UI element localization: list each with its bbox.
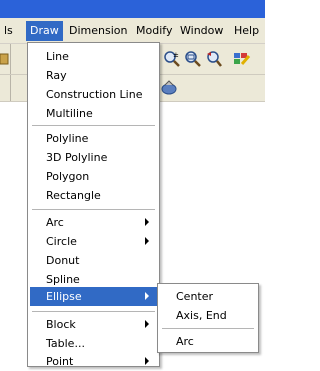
zoom-previous-icon[interactable]	[205, 50, 223, 68]
menu-help[interactable]: Help	[230, 23, 263, 39]
submenu-item-center[interactable]: Center	[160, 287, 256, 306]
menu-item-label: Ray	[46, 69, 67, 82]
menu-item-label: Construction Line	[46, 88, 143, 101]
submenu-arrow-icon	[145, 292, 149, 300]
menu-item-label: Block	[46, 318, 76, 331]
draw-menu: Line Ray Construction Line Multiline Pol…	[27, 42, 160, 368]
menu-item-ray[interactable]: Ray	[30, 66, 157, 85]
title-bar	[0, 0, 265, 18]
submenu-item-axis-end[interactable]: Axis, End	[160, 306, 256, 325]
menu-item-label: Point	[46, 355, 74, 368]
svg-text:±: ±	[173, 51, 179, 59]
menu-item-label: Donut	[46, 254, 80, 267]
menu-item-donut[interactable]: Donut	[30, 251, 157, 270]
menu-item-line[interactable]: Line	[30, 47, 157, 66]
menu-item-table[interactable]: Table...	[30, 334, 157, 353]
menu-item-label: Polyline	[46, 132, 89, 145]
menu-item-label: Rectangle	[46, 189, 101, 202]
submenu-item-arc[interactable]: Arc	[160, 332, 256, 351]
menu-item-point[interactable]: Point	[30, 352, 157, 371]
submenu-item-label: Arc	[176, 335, 194, 348]
submenu-arrow-icon	[145, 320, 149, 328]
zoom-realtime-icon[interactable]: ±	[163, 50, 181, 68]
menu-dimension[interactable]: Dimension	[65, 23, 131, 39]
menu-item-3d-polyline[interactable]: 3D Polyline	[30, 148, 157, 167]
menu-item-construction-line[interactable]: Construction Line	[30, 85, 157, 104]
submenu-separator	[162, 328, 254, 329]
pan-icon[interactable]	[160, 79, 178, 97]
menu-separator	[32, 125, 155, 126]
menu-item-label: Circle	[46, 235, 77, 248]
menu-window[interactable]: Window	[176, 23, 227, 39]
menu-modify[interactable]: Modify	[132, 23, 176, 39]
menu-item-ellipse[interactable]: Ellipse	[30, 287, 157, 306]
menu-item-label: Multiline	[46, 107, 93, 120]
submenu-arrow-icon	[145, 218, 149, 226]
menu-item-label: 3D Polyline	[46, 151, 108, 164]
tool-icon-partial[interactable]	[0, 50, 18, 68]
ellipse-submenu: Center Axis, End Arc	[157, 283, 259, 353]
menu-item-label: Arc	[46, 216, 64, 229]
properties-icon[interactable]	[233, 50, 251, 68]
menu-item-block[interactable]: Block	[30, 315, 157, 334]
menu-item-polyline[interactable]: Polyline	[30, 129, 157, 148]
submenu-arrow-icon	[145, 357, 149, 365]
menu-separator	[32, 311, 155, 312]
menu-item-rectangle[interactable]: Rectangle	[30, 186, 157, 205]
menu-bar: ls Draw Dimension Modify Window Help	[0, 18, 265, 44]
menu-separator	[32, 209, 155, 210]
submenu-item-label: Center	[176, 290, 214, 303]
menu-tools-partial[interactable]: ls	[0, 23, 17, 39]
menu-item-label: Table...	[46, 337, 85, 350]
menu-item-arc[interactable]: Arc	[30, 213, 157, 232]
submenu-arrow-icon	[145, 237, 149, 245]
menu-item-label: Line	[46, 50, 69, 63]
menu-item-multiline[interactable]: Multiline	[30, 104, 157, 123]
submenu-item-label: Axis, End	[176, 309, 227, 322]
toolbar-grip-2[interactable]	[0, 75, 11, 101]
menu-item-label: Ellipse	[46, 290, 82, 303]
menu-draw[interactable]: Draw	[26, 21, 63, 41]
menu-item-label: Polygon	[46, 170, 90, 183]
zoom-window-icon[interactable]	[184, 50, 202, 68]
menu-item-polygon[interactable]: Polygon	[30, 167, 157, 186]
menu-item-circle[interactable]: Circle	[30, 232, 157, 251]
